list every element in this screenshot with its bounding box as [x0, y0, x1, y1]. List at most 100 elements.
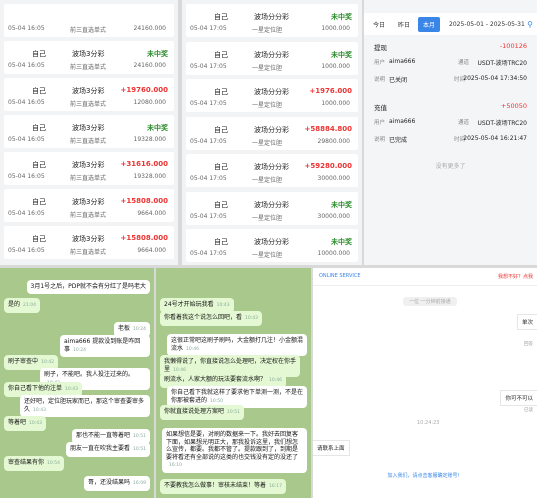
game-name: 波场3分彩	[72, 124, 105, 132]
transaction-record: 提现 -100126 用户 aima666 通道 USDT-波场TRC20 说明…	[364, 36, 537, 92]
player-name: 自己	[214, 163, 228, 171]
message-time: 10:24	[133, 327, 146, 332]
bet-row[interactable]: 自己 05-04 17:05 波场分分彩 一星定位胆 未中奖 1000.000	[186, 41, 358, 75]
player-name: 自己	[214, 238, 228, 246]
online-service-panel: ONLINE SERVICE 我想不好？点我 一位 一分钟前接通 单次 回答 你…	[313, 268, 537, 498]
service-header: ONLINE SERVICE 我想不好？点我	[313, 268, 537, 286]
bet-date: 05-04 16:05	[8, 25, 45, 32]
play-type: 前三直选单式	[70, 64, 107, 71]
service-title: ONLINE SERVICE	[319, 273, 361, 279]
service-footer[interactable]: 加入我们，请点击客服确定账号！	[313, 472, 537, 479]
bet-amount: 1000.000	[321, 100, 350, 107]
message-time: 10:50	[210, 398, 223, 404]
play-type: 一星定位胆	[252, 139, 283, 147]
play-type: 前三直选单式	[70, 249, 107, 256]
message-time: 10:51	[133, 434, 146, 439]
game-name: 波场分分彩	[254, 125, 289, 134]
player-name: 自己	[32, 87, 46, 95]
player-name: 自己	[214, 88, 228, 96]
record-amount: -100126	[499, 42, 527, 50]
bet-date: 05-04 17:05	[190, 212, 227, 220]
chat-message: aima666 提款没到账是咋回事 10:24	[60, 335, 150, 357]
bet-row[interactable]: 自己 05-04 17:05 波场分分彩 一星定位胆 +1976.000 1000.000	[186, 79, 358, 112]
player-name: 自己	[32, 50, 46, 58]
bet-row[interactable]: 自己 05-04 16:05 波场3分彩 前三直选单式 +15808.000 9664.0…	[4, 226, 174, 259]
win-amount: 未中奖	[331, 50, 352, 59]
note-label: 说明	[374, 77, 386, 83]
tab-this-month[interactable]: 本月	[418, 16, 441, 32]
chat-message: 单次	[516, 314, 537, 330]
player-name: 自己	[214, 50, 228, 59]
message-time: 10:43	[33, 407, 46, 413]
game-name: 波场3分彩	[72, 87, 105, 95]
transaction-record: 充值 +50050 用户 aima666 通道 USDT-波场TRC20 说明 …	[364, 96, 537, 152]
user-value: aima666	[389, 58, 416, 65]
message-time: 10:46	[186, 346, 199, 352]
bet-row[interactable]: 自己 05-04 17:05 波场分分彩 一星定位胆 未中奖 10000.000	[186, 229, 358, 262]
win-amount: 未中奖	[147, 124, 168, 132]
bet-row[interactable]: 自己 05-04 16:05 波场3分彩 前三直选单式 +31616.000 19328.…	[4, 152, 174, 185]
player-name: 自己	[214, 200, 228, 209]
player-name: 自己	[32, 198, 46, 206]
date-range[interactable]: 2025-05-01 - 2025-05-31	[449, 21, 525, 28]
bet-amount: 19328.000	[133, 173, 166, 180]
message-time: 21:04	[23, 303, 36, 308]
message-text: 是的	[8, 301, 21, 308]
bet-row[interactable]: 自己 05-04 17:05 波场分分彩 一星定位胆 +58884.800 29800.0…	[186, 116, 358, 150]
bet-amount: 10000.000	[317, 250, 350, 257]
tab-yesterday[interactable]: 昨日	[393, 17, 415, 32]
play-type: 前三直选单式	[70, 138, 107, 145]
bet-row[interactable]: 自己 05-04 16:05 波场3分彩 前三直选单式 +19760.000 12080.…	[4, 78, 174, 111]
bet-row[interactable]: 自己 05-04 17:05 波场分分彩 一星定位胆 未中奖 1000.000	[186, 4, 358, 37]
no-more-text: 没有更多了	[435, 163, 466, 170]
chat-message: 审查结果有你 10:54	[4, 456, 64, 471]
chat-message: 3月1号之后，PDP就不会有分红了是吗老大	[26, 280, 150, 294]
message-text: 老板	[118, 325, 131, 332]
play-type: 一星定位胆	[252, 177, 283, 184]
game-name: 波场3分彩	[72, 50, 105, 58]
bet-amount: 24160.000	[133, 25, 166, 32]
bet-record-panel-1: 05-04 16:05 前三直选单式 24160.000 自己 05-04 16:05 波…	[0, 0, 178, 265]
play-type: 前三直选单式	[70, 175, 107, 182]
bet-date: 05-04 16:05	[8, 99, 45, 106]
bet-amount: 19328.000	[133, 136, 166, 143]
message-time: 10:43	[65, 387, 78, 392]
message-time: 10:54	[47, 461, 60, 466]
user-value: aima666	[389, 118, 416, 125]
bet-date: 05-04 17:05	[190, 137, 227, 145]
game-name: 波场3分彩	[72, 198, 105, 206]
game-name: 波场分分彩	[254, 50, 289, 59]
bet-date: 05-04 16:05	[8, 247, 45, 254]
bet-row[interactable]: 05-04 16:05 前三直选单式 24160.000	[4, 4, 174, 37]
channel-label: 通道	[458, 120, 470, 126]
game-name: 波场分分彩	[254, 200, 289, 209]
tab-today[interactable]: 今日	[368, 17, 390, 32]
service-header-link[interactable]: 我想不好？点我	[498, 273, 533, 280]
play-type: 前三直选单式	[70, 212, 107, 219]
player-name: 自己	[214, 125, 228, 134]
message-text: 你自己看下我就这样了要求他下单测一测，不是在你那被套进的	[171, 389, 304, 404]
win-amount: +15808.000	[120, 197, 169, 205]
bet-row[interactable]: 自己 05-04 16:05 波场3分彩 前三直选单式 +15808.000 9664.0…	[4, 189, 174, 222]
user-label: 用户	[374, 120, 386, 126]
player-name: 自己	[32, 124, 46, 132]
message-text: 哥，还没结果吗	[88, 479, 131, 486]
bet-row[interactable]: 自己 05-04 17:05 波场分分彩 一星定位胆 +59280.000 30000.0…	[186, 154, 358, 187]
bet-row[interactable]: 自己 05-04 16:05 波场3分彩 前三直选单式 未中奖 19328.000	[4, 115, 174, 148]
chat-message: 等着吧 10:43	[4, 416, 46, 431]
bet-row[interactable]: 自己 05-04 16:05 波场3分彩 前三直选单式 未中奖 24160.000	[4, 41, 174, 74]
search-icon[interactable]: ⚲	[527, 20, 533, 29]
message-time: 10:43	[245, 316, 258, 321]
message-time: 16:17	[269, 484, 282, 489]
bet-amount: 1000.000	[321, 62, 350, 70]
timestamp: 10:24:23	[417, 420, 440, 426]
message-text: 等着吧	[8, 419, 27, 426]
bet-date: 05-04 17:05	[190, 62, 227, 70]
message-text: 那也不能一直等着吧	[76, 432, 131, 439]
bet-date: 05-04 17:05	[190, 175, 227, 182]
channel-label: 通道	[458, 60, 470, 66]
message-text: 朋友一直在吹我主要看	[70, 445, 131, 452]
message-time: 10:46	[173, 367, 186, 373]
bet-row[interactable]: 自己 05-04 17:05 波场分分彩 一星定位胆 未中奖 30000.000	[186, 191, 358, 225]
bet-amount: 30000.000	[317, 212, 350, 220]
